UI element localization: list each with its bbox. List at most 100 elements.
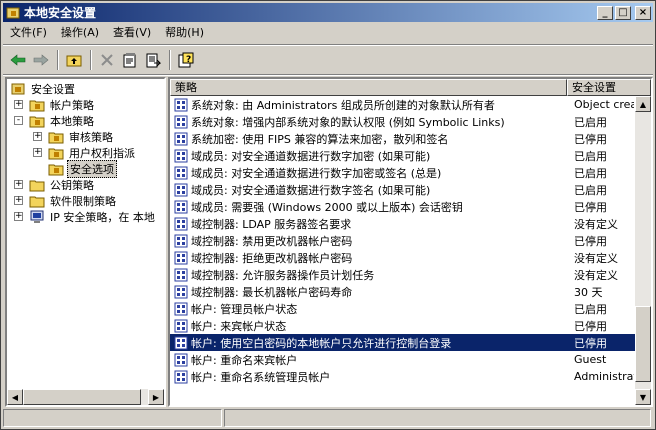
tree-item-security-settings[interactable]: 安全设置 [10, 81, 77, 97]
maximize-button[interactable]: □ [615, 5, 631, 20]
scroll-left-icon[interactable]: ◀ [7, 389, 23, 405]
table-row[interactable]: 域成员: 对安全通道数据进行数字加密 (如果可能) 已启用 [170, 147, 635, 164]
tree-item-local-policies[interactable]: - 本地策略 [14, 113, 96, 129]
policy-name: 系统对象: 由 Administrators 组成员所创建的对象默认所有者 [191, 98, 495, 112]
title-bar[interactable]: 本地安全设置 _ □ × [3, 3, 653, 22]
local-security-settings-window: 本地安全设置 _ □ × 文件(F) 操作(A) 查看(V) 帮助(H) ? 安… [0, 0, 656, 430]
status-panel [224, 409, 651, 427]
scroll-thumb[interactable] [23, 389, 141, 405]
policy-icon [173, 301, 189, 317]
policy-icon [173, 352, 189, 368]
help-icon[interactable]: ? [175, 49, 197, 71]
delete-icon[interactable] [96, 49, 118, 71]
menu-file[interactable]: 文件(F) [3, 24, 54, 42]
forward-arrow-icon[interactable] [30, 49, 52, 71]
policy-name: 域成员: 对安全通道数据进行数字签名 (如果可能) [191, 183, 431, 197]
expand-toggle[interactable]: + [33, 132, 42, 141]
policy-name: 域控制器: 拒绝更改机器帐户密码 [191, 251, 353, 265]
scroll-thumb[interactable] [635, 306, 651, 382]
menu-view[interactable]: 查看(V) [106, 24, 158, 42]
table-row[interactable]: 域成员: 对安全通道数据进行数字签名 (如果可能) 已启用 [170, 181, 635, 198]
policy-setting: 已停用 [574, 200, 607, 214]
close-button[interactable]: × [635, 5, 651, 20]
expand-toggle[interactable]: + [33, 148, 42, 157]
expand-toggle[interactable]: + [14, 180, 23, 189]
tree-label: 本地策略 [50, 115, 94, 128]
folder-icon [29, 113, 45, 129]
expand-toggle[interactable]: + [14, 196, 23, 205]
policy-icon [173, 182, 189, 198]
scroll-right-icon[interactable]: ▶ [148, 389, 164, 405]
table-row[interactable]: 系统加密: 使用 FIPS 兼容的算法来加密，散列和签名 已停用 [170, 130, 635, 147]
tree-item-account-policies[interactable]: + 帐户策略 [14, 97, 96, 113]
policy-name: 域成员: 对安全通道数据进行数字加密 (如果可能) [191, 149, 431, 163]
policy-icon [173, 131, 189, 147]
policy-icon [173, 267, 189, 283]
tree-item-ip-security-policies[interactable]: + IP 安全策略，在 本地 [14, 209, 157, 225]
window-title: 本地安全设置 [24, 6, 97, 20]
policy-setting: 30 天 [574, 285, 603, 299]
table-row[interactable]: 域成员: 对安全通道数据进行数字加密或签名 (总是) 已启用 [170, 164, 635, 181]
policy-icon [173, 148, 189, 164]
back-arrow-icon[interactable] [7, 49, 29, 71]
expand-toggle[interactable]: + [14, 212, 23, 221]
table-row[interactable]: 帐户: 来宾帐户状态 已停用 [170, 317, 635, 334]
policy-name: 系统对象: 增强内部系统对象的默认权限 (例如 Symbolic Links) [191, 115, 505, 129]
table-row[interactable]: 域成员: 需要强 (Windows 2000 或以上版本) 会话密钥 已停用 [170, 198, 635, 215]
column-header-setting[interactable]: 安全设置 [567, 79, 651, 96]
table-row[interactable]: 域控制器: 最长机器帐户密码寿命 30 天 [170, 283, 635, 300]
table-row[interactable]: 系统对象: 由 Administrators 组成员所创建的对象默认所有者 Ob… [170, 96, 635, 113]
table-row[interactable]: 帐户: 重命名系统管理员帐户 Administrator [170, 368, 635, 385]
tree-horizontal-scrollbar[interactable]: ◀ ▶ [7, 389, 164, 405]
scroll-up-icon[interactable]: ▲ [635, 96, 651, 112]
minimize-button[interactable]: _ [597, 5, 613, 20]
policy-name: 域控制器: 允许服务器操作员计划任务 [191, 268, 375, 282]
expand-toggle[interactable]: + [14, 100, 23, 109]
policy-icon [173, 199, 189, 215]
table-row[interactable]: 系统对象: 增强内部系统对象的默认权限 (例如 Symbolic Links) … [170, 113, 635, 130]
navigation-tree[interactable]: 安全设置 + 帐户策略 - 本地策略 + 审核策略 + 用户权利指派 安全选项 … [5, 77, 166, 407]
policy-setting: 已停用 [574, 132, 607, 146]
table-row[interactable]: 帐户: 管理员帐户状态 已启用 [170, 300, 635, 317]
export-list-icon[interactable] [142, 49, 164, 71]
tree-item-public-key-policies[interactable]: + 公钥策略 [14, 177, 96, 193]
table-row[interactable]: 域控制器: 允许服务器操作员计划任务 没有定义 [170, 266, 635, 283]
policy-setting: 已停用 [574, 336, 607, 350]
menu-help[interactable]: 帮助(H) [158, 24, 211, 42]
policy-name: 域成员: 对安全通道数据进行数字加密或签名 (总是) [191, 166, 442, 180]
menu-separator [3, 44, 653, 46]
policy-setting: 已启用 [574, 149, 607, 163]
tree-label: 软件限制策略 [50, 195, 116, 208]
scroll-down-icon[interactable]: ▼ [635, 389, 651, 405]
svg-text:?: ? [186, 55, 191, 65]
menu-action[interactable]: 操作(A) [54, 24, 106, 42]
policy-setting: Guest [574, 353, 607, 366]
policy-icon [173, 369, 189, 385]
policy-icon [173, 216, 189, 232]
security-settings-app-icon [5, 5, 21, 21]
policy-icon [173, 335, 189, 351]
policy-setting: Administrator [574, 370, 634, 383]
policy-icon [173, 284, 189, 300]
tree-item-audit-policy[interactable]: + 审核策略 [33, 129, 115, 145]
column-header-policy[interactable]: 策略 [170, 79, 567, 96]
table-row[interactable]: 帐户: 重命名来宾帐户 Guest [170, 351, 635, 368]
table-row[interactable]: 域控制器: 禁用更改机器帐户密码 已停用 [170, 232, 635, 249]
tree-item-user-rights-assignment[interactable]: + 用户权利指派 [33, 145, 137, 161]
policy-icon [173, 233, 189, 249]
list-vertical-scrollbar[interactable]: ▲ ▼ [635, 96, 651, 405]
properties-icon[interactable] [119, 49, 141, 71]
toolbar-separator-line [3, 74, 653, 76]
menu-bar: 文件(F) 操作(A) 查看(V) 帮助(H) [3, 23, 653, 43]
status-panel [3, 409, 223, 427]
tree-item-software-restriction-policies[interactable]: + 软件限制策略 [14, 193, 118, 209]
table-row[interactable]: 域控制器: 拒绝更改机器帐户密码 没有定义 [170, 249, 635, 266]
collapse-toggle[interactable]: - [14, 116, 23, 125]
tree-item-security-options[interactable]: 安全选项 [48, 160, 117, 178]
policy-list-view[interactable]: 策略 安全设置 系统对象: 由 Administrators 组成员所创建的对象… [168, 77, 653, 407]
up-folder-icon[interactable] [63, 49, 85, 71]
policy-name: 域成员: 需要强 (Windows 2000 或以上版本) 会话密钥 [191, 200, 463, 214]
table-row-selected[interactable]: 帐户: 使用空白密码的本地帐户只允许进行控制台登录 已停用 [170, 334, 635, 351]
table-row[interactable]: 域控制器: LDAP 服务器签名要求 没有定义 [170, 215, 635, 232]
policy-icon [173, 97, 189, 113]
